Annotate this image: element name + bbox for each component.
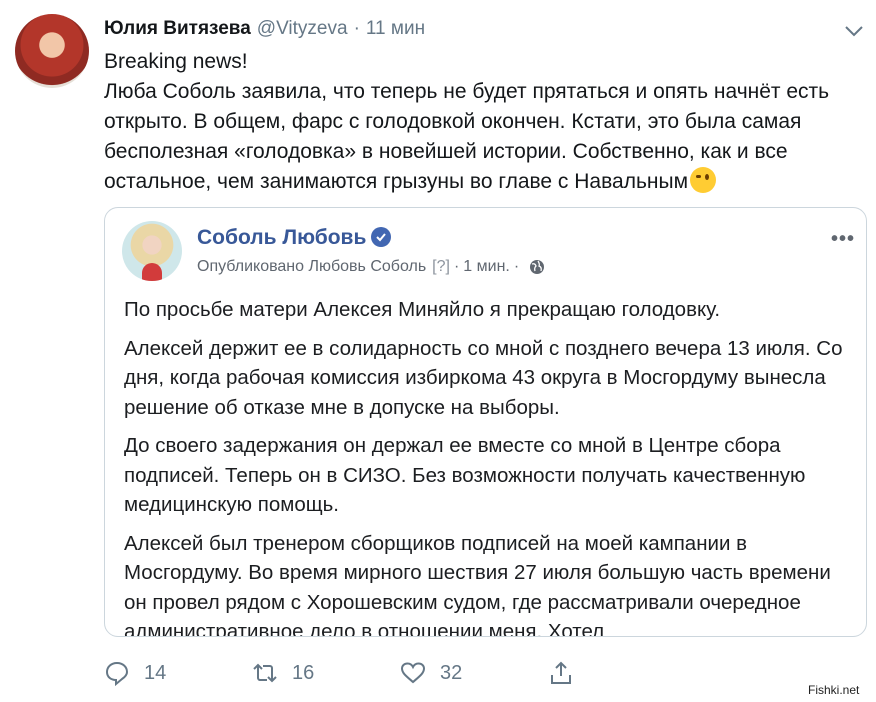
- post-time[interactable]: 1 мин.: [463, 258, 510, 276]
- author-avatar[interactable]: [15, 14, 89, 88]
- header-separator: ·: [353, 18, 360, 39]
- help-link[interactable]: [?]: [432, 258, 450, 276]
- post-paragraph: Алексей был тренером сборщиков подписей …: [124, 531, 831, 637]
- published-by: Опубликовано Любовь Соболь: [197, 258, 427, 275]
- share-icon: [551, 661, 571, 684]
- tweet-timestamp[interactable]: 11 мин: [366, 18, 425, 40]
- embedded-facebook-post[interactable]: Соболь Любовь ••• Опубликовано Любовь Со…: [104, 207, 867, 637]
- retweet-icon: [253, 663, 277, 683]
- post-paragraph: По просьбе матери Алексея Миняйло я прек…: [124, 298, 721, 321]
- reply-icon: [105, 661, 129, 686]
- retweet-button[interactable]: 16: [252, 660, 314, 686]
- watermark: Fishki.net: [808, 683, 860, 697]
- post-paragraph: До своего задержания он держал ее вместе…: [124, 434, 806, 516]
- share-button[interactable]: [548, 660, 588, 686]
- meta-separator: ·: [453, 258, 460, 275]
- retweet-count: 16: [292, 661, 315, 684]
- post-body: По просьбе матери Алексея Миняйло я прек…: [124, 295, 854, 637]
- like-count: 32: [440, 661, 463, 684]
- tweet-body: Breaking news! Люба Соболь заявила, что …: [104, 47, 854, 197]
- tweet-header: Юлия Витязева @Vityzeva · 11 мин: [104, 18, 425, 44]
- post-author-name[interactable]: Соболь Любовь: [197, 226, 366, 250]
- chevron-down-icon[interactable]: [843, 22, 865, 40]
- post-paragraph: Алексей держит ее в солидарность со мной…: [124, 336, 843, 419]
- reply-count: 14: [144, 661, 167, 684]
- heart-icon: [400, 662, 426, 684]
- post-meta: Опубликовано Любовь Соболь [?] · 1 мин. …: [197, 258, 545, 276]
- winking-face-icon: [690, 167, 717, 193]
- tweet-text: Breaking news! Люба Соболь заявила, что …: [104, 50, 830, 193]
- verified-badge-icon: [371, 227, 391, 247]
- author-name[interactable]: Юлия Витязева: [104, 18, 251, 40]
- globe-icon: [530, 260, 545, 274]
- like-button[interactable]: 32: [400, 660, 462, 686]
- reply-button[interactable]: 14: [104, 660, 166, 686]
- meta-separator-2: ·: [513, 258, 520, 275]
- author-handle[interactable]: @Vityzeva: [257, 18, 348, 40]
- more-options-icon[interactable]: •••: [831, 228, 855, 251]
- post-author-avatar[interactable]: [122, 221, 182, 281]
